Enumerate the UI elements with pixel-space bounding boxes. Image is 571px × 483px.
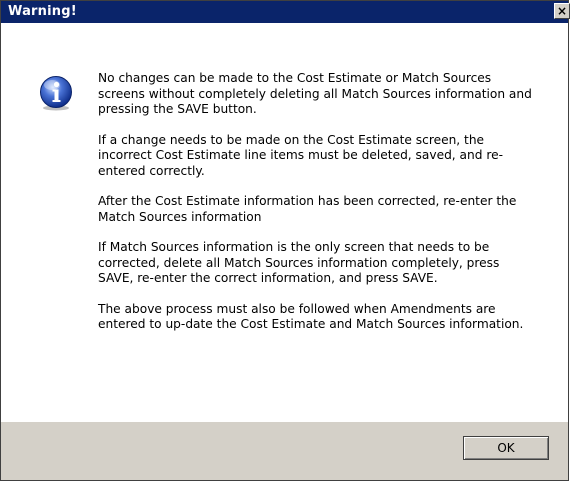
- warning-dialog: Warning! × No changes can be made to the…: [0, 0, 570, 481]
- button-bar: OK: [1, 422, 568, 480]
- info-icon: [40, 76, 72, 111]
- message-text: No changes can be made to the Cost Estim…: [98, 71, 538, 348]
- message-paragraph: If a change needs to be made on the Cost…: [98, 132, 504, 178]
- dialog-content: No changes can be made to the Cost Estim…: [1, 23, 568, 422]
- message-paragraph: The above process must also be followed …: [98, 301, 524, 332]
- message-paragraph: No changes can be made to the Cost Estim…: [98, 71, 532, 116]
- ok-button[interactable]: OK: [463, 436, 549, 460]
- close-button[interactable]: ×: [554, 3, 570, 19]
- title-bar[interactable]: Warning! ×: [1, 1, 570, 23]
- message-paragraph: If Match Sources information is the only…: [98, 240, 500, 285]
- dialog-title: Warning!: [8, 4, 77, 19]
- message-paragraph: After the Cost Estimate information has …: [98, 194, 517, 224]
